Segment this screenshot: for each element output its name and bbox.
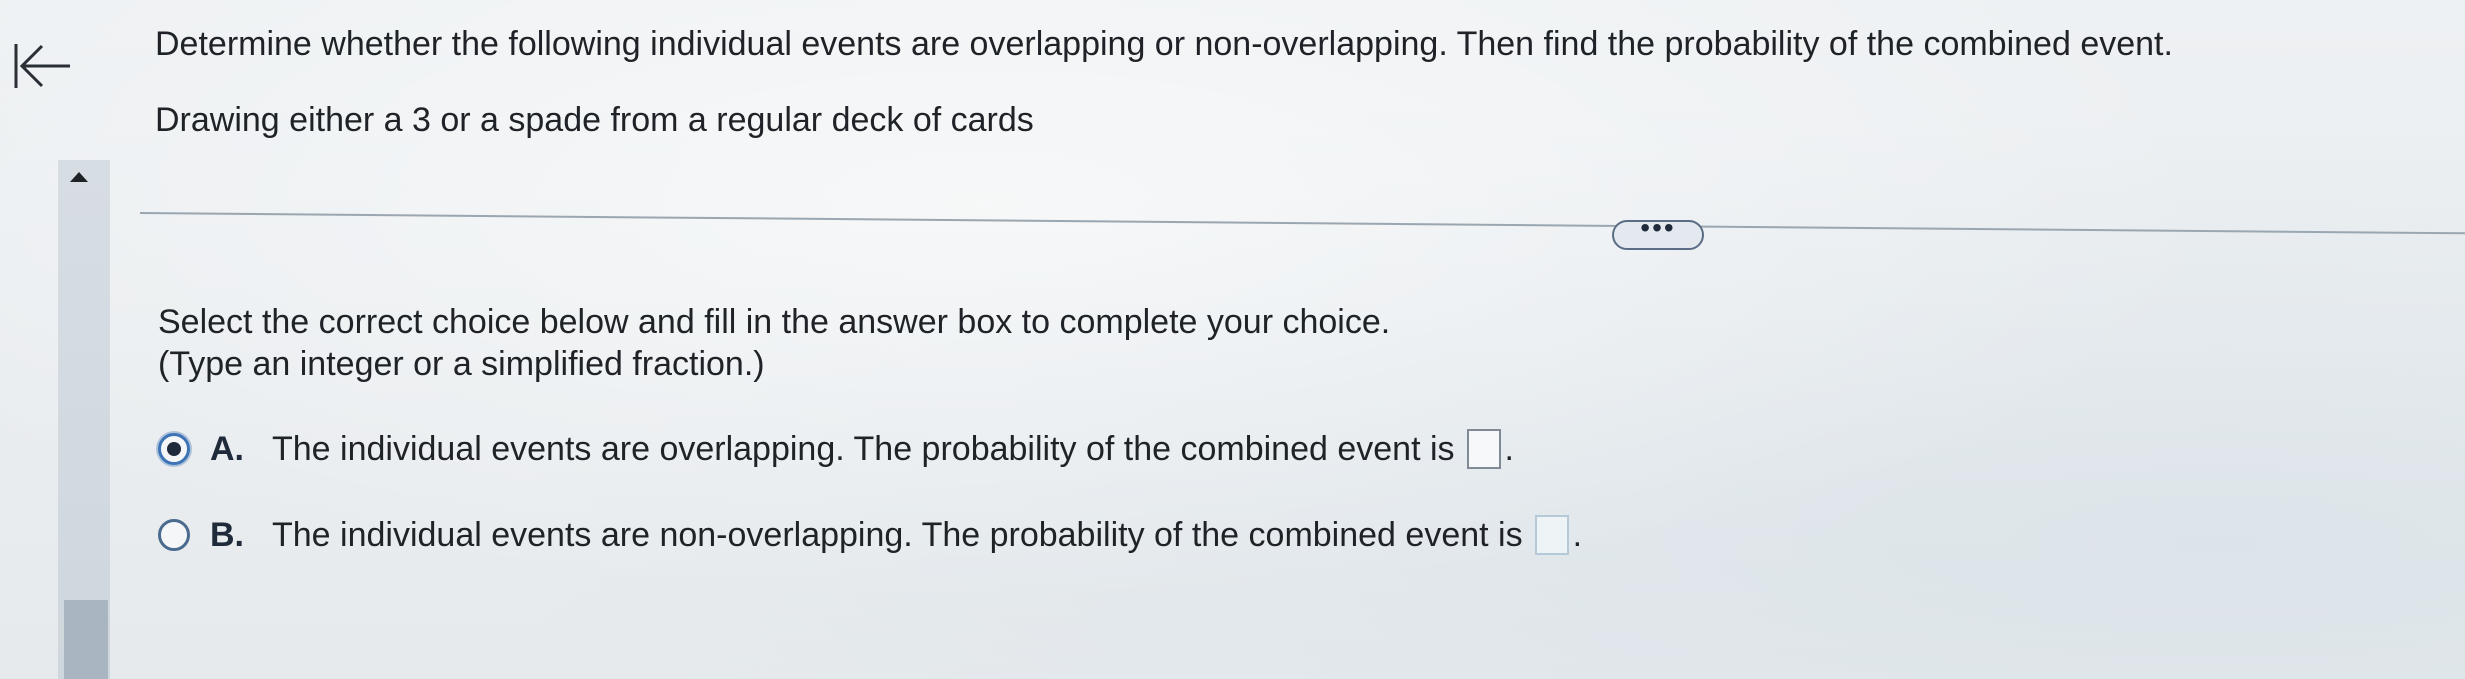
- scroll-up-arrow-icon[interactable]: [70, 172, 88, 182]
- question-prompt: Determine whether the following individu…: [155, 25, 2173, 63]
- back-to-start-button[interactable]: [8, 36, 78, 96]
- choice-a-radio[interactable]: [158, 433, 190, 465]
- choice-a-letter: A.: [210, 429, 244, 468]
- choice-b-answer-box[interactable]: [1534, 515, 1569, 555]
- choice-a-answer-box[interactable]: [1466, 429, 1501, 469]
- scroll-thumb[interactable]: [64, 600, 108, 679]
- choice-b[interactable]: B. The individual events are non-overlap…: [158, 512, 1582, 558]
- choice-b-period: .: [1572, 515, 1583, 554]
- more-options-button[interactable]: •••: [1612, 214, 1704, 250]
- choice-b-radio[interactable]: [158, 519, 190, 551]
- choice-a-text: The individual events are overlapping. T…: [272, 429, 1455, 468]
- instruction-line-2: (Type an integer or a simplified fractio…: [158, 345, 765, 383]
- choice-a[interactable]: A. The individual events are overlapping…: [158, 426, 1514, 472]
- back-to-start-icon: [14, 44, 70, 88]
- choice-b-text: The individual events are non-overlappin…: [272, 515, 1523, 554]
- question-page: Determine whether the following individu…: [0, 0, 2465, 679]
- choice-a-period: .: [1504, 429, 1514, 468]
- question-scenario: Drawing either a 3 or a spade from a reg…: [155, 101, 1034, 139]
- instruction-line-1: Select the correct choice below and fill…: [158, 303, 1391, 341]
- choice-b-letter: B.: [210, 515, 244, 554]
- section-divider: [139, 212, 2465, 235]
